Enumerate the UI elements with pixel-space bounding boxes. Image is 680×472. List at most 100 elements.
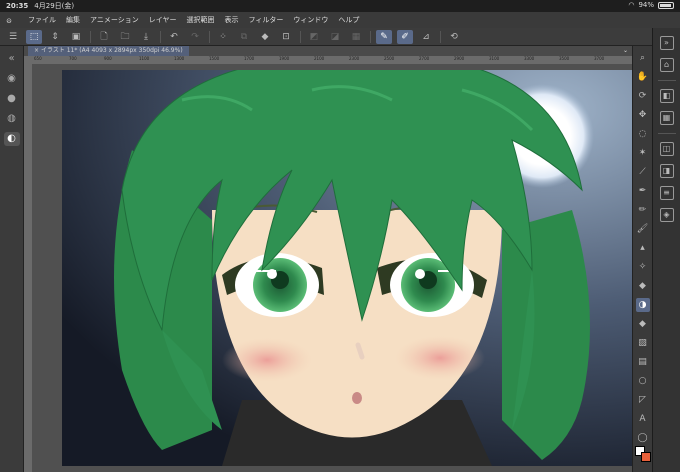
airbrush-icon[interactable]: ▴	[636, 241, 650, 255]
eraser-icon[interactable]: ◆	[636, 279, 650, 293]
decoration-icon[interactable]: ✧	[636, 260, 650, 274]
ruler-tick-label: 650	[34, 56, 42, 61]
ruler-tick-label: 900	[104, 56, 112, 61]
menu-view[interactable]: 表示	[225, 15, 239, 25]
document-title: イラスト 11* (A4 4093 x 2894px 350dpi 46.9%)	[40, 47, 183, 54]
blend-icon[interactable]: ◑	[635, 298, 650, 312]
eye-sparkle-left	[252, 270, 276, 272]
frame-icon[interactable]: ▤	[636, 355, 650, 369]
snap-special-ruler-icon[interactable]: ✐	[397, 29, 413, 44]
toolbar-divider	[209, 30, 210, 43]
status-date: 4月29日(金)	[34, 2, 75, 10]
artwork-illustration	[62, 70, 632, 466]
ruler-icon[interactable]: ⊿	[418, 30, 434, 44]
save-icon[interactable]: ⤓	[138, 30, 154, 44]
ruler-tick-label: 2700	[419, 56, 430, 61]
ruler-tick-label: 2900	[454, 56, 465, 61]
navigator-icon[interactable]: ⌂	[659, 58, 674, 72]
magic-wand-icon[interactable]: ✶	[636, 146, 650, 160]
rotate-icon[interactable]: ⟳	[636, 89, 650, 103]
brush-size-icon[interactable]: ●	[4, 92, 20, 106]
open-folder-icon[interactable]: 🗀	[117, 30, 133, 44]
brush-icon[interactable]: 🖌	[636, 222, 650, 236]
menu-window[interactable]: ウィンドウ	[293, 15, 328, 25]
app-logo-icon[interactable]: ဓ	[0, 13, 18, 28]
menu-bar: ဓ ファイル 編集 アニメーション レイヤー 選択範囲 表示 フィルター ウィン…	[0, 12, 680, 28]
battery-percent: 94%	[638, 1, 654, 9]
color-chips[interactable]	[635, 446, 651, 466]
undo-icon[interactable]: ↶	[166, 30, 182, 44]
layer-panel-icon[interactable]: ≡	[659, 186, 674, 200]
snap-icon[interactable]: ◪	[327, 30, 343, 44]
left-dock: « ◉ ● ◍ ◐	[0, 46, 24, 472]
ruler-vertical[interactable]	[24, 64, 32, 472]
pen-icon[interactable]: ✒	[636, 184, 650, 198]
menu-animation[interactable]: アニメーション	[90, 15, 139, 25]
panel-divider	[657, 133, 676, 134]
color-set-panel-icon[interactable]: ▦	[659, 111, 674, 125]
ruler-tick-label: 2500	[384, 56, 395, 61]
command-bar: ☰ ⬚ ⇕ ▣ 🗋 🗀 ⤓ ↶ ↷ ⁘ ⧉ ◆ ⊡ ◩ ◪ ▦ ✎ ✐ ⊿ ⟲	[0, 28, 680, 46]
panel-collapse-icon[interactable]: »	[659, 36, 674, 50]
figure-icon[interactable]: ○	[636, 374, 650, 388]
layer-property-icon[interactable]: ◨	[659, 164, 674, 178]
document-tab[interactable]: × イラスト 11* (A4 4093 x 2894px 350dpi 46.9…	[28, 46, 189, 56]
lasso-icon[interactable]: ◌	[636, 127, 650, 141]
menu-file[interactable]: ファイル	[28, 15, 56, 25]
blush-right	[395, 336, 485, 380]
artwork-canvas[interactable]	[62, 70, 632, 466]
hand-icon[interactable]: ✋	[636, 70, 650, 84]
ruler-tick-label: 2100	[314, 56, 325, 61]
grid-icon[interactable]: ▦	[348, 30, 364, 44]
gradient-icon[interactable]: ▨	[636, 336, 650, 350]
ruler-tick-label: 3700	[594, 56, 605, 61]
redo-icon[interactable]: ↷	[187, 30, 203, 44]
gallery-icon[interactable]: ▣	[68, 30, 84, 44]
fill-bucket-icon[interactable]: ◆	[636, 317, 650, 331]
menu-filter[interactable]: フィルター	[249, 15, 284, 25]
toolbar-divider	[90, 30, 91, 43]
layers-stack-icon[interactable]: ◈	[659, 208, 674, 222]
clear-selection-icon[interactable]: ⁘	[215, 30, 231, 44]
battery-icon	[658, 1, 674, 9]
menu-edit[interactable]: 編集	[66, 15, 80, 25]
toolbar-divider	[300, 30, 301, 43]
wifi-icon: ◠	[628, 1, 635, 9]
balloon-icon[interactable]: ◯	[636, 431, 650, 445]
menu-help[interactable]: ヘルプ	[338, 15, 359, 25]
text-icon[interactable]: A	[636, 412, 650, 426]
ruler-tool-icon[interactable]: ◸	[636, 393, 650, 407]
crop-icon[interactable]: ⧉	[236, 30, 252, 44]
tool-property-icon[interactable]: ◍	[4, 112, 20, 126]
transform-icon[interactable]: ⊡	[278, 30, 294, 44]
new-file-icon[interactable]: 🗋	[96, 30, 112, 44]
hamburger-menu-icon[interactable]: ☰	[5, 30, 21, 44]
hide-selection-icon[interactable]: ◩	[306, 30, 322, 44]
pencil-icon[interactable]: ✏	[636, 203, 650, 217]
move-icon[interactable]: ✥	[636, 108, 650, 122]
color-wheel-panel-icon[interactable]: ◧	[659, 89, 674, 103]
smart-smoothing-icon[interactable]: ⟲	[446, 30, 462, 44]
menu-selection[interactable]: 選択範囲	[187, 15, 215, 25]
dock-arrows-icon[interactable]: «	[4, 52, 20, 66]
eyedropper-icon[interactable]: ⟋	[636, 165, 650, 179]
ruler-tick-label: 1500	[209, 56, 220, 61]
blend-tool-icon[interactable]: ◐	[3, 132, 20, 146]
ruler-tick-label: 1700	[244, 56, 255, 61]
toolbar-divider	[160, 30, 161, 43]
chevron-down-icon[interactable]: ⌄	[623, 46, 628, 56]
zoom-icon[interactable]: ⌕	[636, 51, 650, 65]
panel-divider	[657, 80, 676, 81]
menu-layer[interactable]: レイヤー	[149, 15, 177, 25]
quick-access-icon[interactable]: ⬚	[26, 29, 42, 44]
close-tab-icon[interactable]: ×	[34, 47, 39, 54]
sub-color-chip[interactable]	[641, 452, 651, 462]
fill-icon[interactable]: ◆	[257, 30, 273, 44]
canvas-area[interactable]	[32, 64, 632, 472]
sub-tool-icon[interactable]: ◉	[4, 72, 20, 86]
material-panel-icon[interactable]: ◫	[659, 142, 674, 156]
blush-left	[222, 338, 312, 382]
ruler-horizontal[interactable]: 650 700 900 1100 1300 1500 1700 1900 2100 2300 250…	[24, 56, 632, 64]
chevron-updown-icon[interactable]: ⇕	[47, 30, 63, 44]
snap-ruler-icon[interactable]: ✎	[376, 29, 392, 44]
